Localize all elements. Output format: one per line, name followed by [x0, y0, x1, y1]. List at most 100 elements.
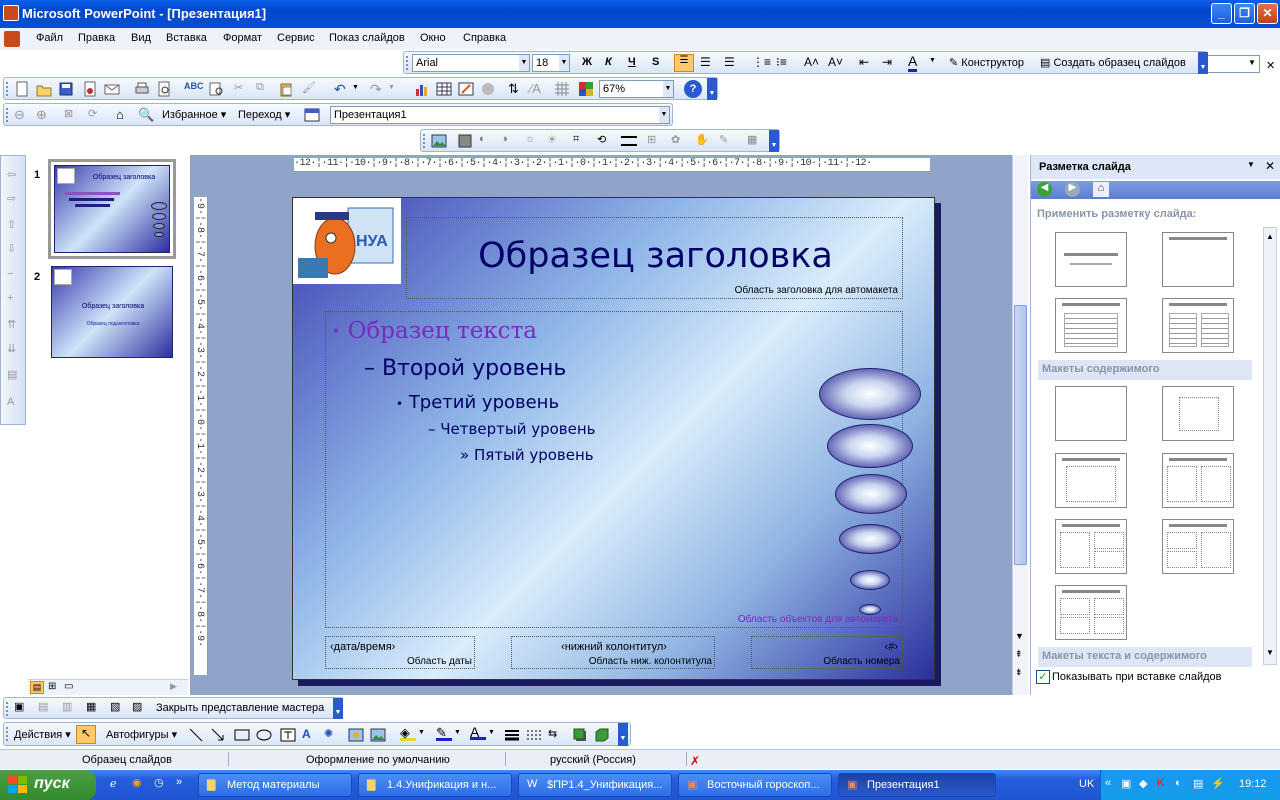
line-color-icon[interactable]: ✎ [436, 725, 452, 741]
decorative-oval-5[interactable] [850, 570, 890, 590]
color-grayscale-icon[interactable] [578, 81, 594, 97]
open-icon[interactable] [36, 81, 52, 97]
menu-file[interactable]: Файл [36, 32, 63, 44]
next-slide-icon[interactable]: ⇟ [1015, 667, 1023, 678]
shadow-style-icon[interactable] [572, 727, 588, 743]
undo-dropdown[interactable]: ▼ [352, 84, 368, 100]
layout-title-slide[interactable] [1055, 232, 1127, 287]
preserve-master-icon[interactable]: ▦ [86, 700, 102, 716]
toolbar-grip[interactable] [423, 134, 426, 148]
dash-style-icon[interactable] [526, 727, 542, 743]
menu-help[interactable]: Справка [463, 32, 506, 44]
picture-icon[interactable] [370, 727, 386, 743]
3d-style-icon[interactable] [594, 727, 610, 743]
toolbar-options-icon[interactable]: ▼ [618, 723, 628, 746]
designer-button[interactable]: ✎ Конструктор [949, 56, 1024, 69]
increase-font-icon[interactable]: A˄ [804, 55, 819, 69]
taskbar-button-3[interactable]: W $ПР1.4_Унификация... [518, 773, 672, 797]
increase-indent-icon[interactable]: ⇥ [882, 55, 892, 69]
title-placeholder[interactable]: Образец заголовка Область заголовка для … [406, 217, 903, 299]
fill-color-dropdown[interactable]: ▼ [418, 729, 434, 745]
task-pane-menu-icon[interactable]: ▼ [1247, 160, 1255, 169]
font-color-dropdown[interactable]: ▼ [488, 729, 504, 745]
toolbar-options-icon[interactable]: ▼ [1198, 52, 1208, 74]
home-icon[interactable]: ⌂ [116, 107, 132, 123]
expand-icon[interactable]: + [7, 292, 13, 304]
toolbar-grip[interactable] [6, 702, 9, 716]
task-pane-scrollbar[interactable]: ▲ ▼ [1263, 227, 1277, 665]
slideshow-icon[interactable]: ▭ [64, 681, 73, 692]
show-formatting-icon[interactable]: ⁄A [530, 81, 546, 97]
slide-thumbnail-1[interactable]: Образец заголовка [48, 159, 176, 259]
format-painter-icon[interactable]: 🖌 [302, 81, 318, 97]
menu-slideshow[interactable]: Показ слайдов [329, 32, 405, 44]
redo-icon[interactable]: ↷ [370, 81, 386, 97]
insert-diagram-icon[interactable] [480, 81, 496, 97]
slide-master[interactable]: НУА Образец заголовка Область заголовка … [292, 197, 935, 680]
zoom-select[interactable]: 67% ▼ [599, 80, 674, 98]
document-icon[interactable] [4, 31, 20, 47]
text-box-icon[interactable] [280, 727, 296, 743]
less-brightness-icon[interactable]: ☀ [547, 133, 563, 149]
layout-content[interactable] [1162, 386, 1234, 441]
scroll-thumb[interactable] [1014, 305, 1027, 565]
fill-color-icon[interactable]: ◈ [400, 725, 416, 741]
collapse-icon[interactable]: − [7, 268, 13, 280]
go-menu[interactable]: Переход ▾ [238, 108, 290, 121]
scroll-down-icon[interactable]: ▼ [1266, 648, 1274, 657]
font-color-icon[interactable]: A [470, 724, 486, 740]
logo-image[interactable]: НУА [293, 198, 401, 284]
rename-master-icon[interactable]: ▧ [110, 700, 126, 716]
arrow-style-icon[interactable]: ⇆ [548, 727, 564, 743]
stop-icon[interactable]: ⊠ [64, 107, 80, 123]
line-icon[interactable] [188, 727, 204, 743]
show-only-web-toolbar-icon[interactable] [304, 107, 320, 123]
favorites-menu[interactable]: Избранное ▾ [162, 108, 226, 121]
normal-view-icon[interactable]: ▤ [30, 681, 44, 694]
show-on-insert-checkbox[interactable]: ✓ [1036, 670, 1050, 684]
reset-picture-icon[interactable]: ▦ [747, 133, 763, 149]
spelling-icon[interactable]: ABC [184, 81, 204, 97]
number-placeholder[interactable]: ‹#› Область номера [751, 636, 903, 669]
scroll-right-icon[interactable]: ▶ [170, 681, 177, 692]
line-style-icon[interactable] [504, 727, 520, 743]
show-grid-icon[interactable] [554, 81, 570, 97]
quicklaunch-clock-icon[interactable]: ◷ [154, 776, 164, 789]
compress-icon[interactable]: ⊞ [647, 133, 663, 149]
taskbar-button-5[interactable]: ▣ Презентация1 [838, 773, 996, 797]
toolbar-grip[interactable] [6, 82, 9, 96]
numbering-icon[interactable]: ⋮≡ [752, 55, 771, 69]
less-contrast-icon[interactable]: ◑ [501, 133, 517, 149]
home-icon[interactable]: ⌂ [1093, 182, 1109, 197]
menu-insert[interactable]: Вставка [166, 32, 207, 44]
powerpoint-app-icon[interactable] [3, 5, 19, 21]
layout-title-four-content[interactable] [1055, 585, 1127, 640]
format-picture-icon[interactable]: ✋ [695, 133, 711, 149]
save-icon[interactable] [58, 81, 74, 97]
print-preview-icon[interactable] [156, 81, 172, 97]
toolbar-grip[interactable] [406, 56, 409, 70]
print-icon[interactable] [134, 81, 150, 97]
font-size-select[interactable]: 18 ▼ [532, 54, 570, 72]
more-contrast-icon[interactable]: ◐ [479, 133, 495, 149]
layout-blank[interactable] [1055, 386, 1127, 441]
line-color-dropdown[interactable]: ▼ [454, 729, 470, 745]
task-pane-close-icon[interactable]: ✕ [1265, 159, 1275, 173]
help-dropdown-icon[interactable]: ▼ [1248, 58, 1256, 67]
taskbar-button-1[interactable]: ▇ Метод материалы [198, 773, 352, 797]
expand-icon[interactable]: ⇅ [508, 81, 524, 97]
tray-usb-icon[interactable]: ⚡ [1211, 777, 1225, 790]
decorative-oval-3[interactable] [835, 474, 907, 514]
scroll-up-icon[interactable]: ▲ [1266, 232, 1274, 241]
spelling-status-icon[interactable]: ✗ [690, 754, 700, 768]
insert-new-master-icon[interactable]: ▣ [14, 700, 30, 716]
paste-icon[interactable] [278, 81, 294, 97]
italic-button[interactable]: К [605, 56, 612, 68]
bold-button[interactable]: Ж [582, 56, 592, 68]
promote-icon[interactable]: ⇦ [7, 168, 16, 181]
menu-window[interactable]: Окно [420, 32, 446, 44]
toolbar-options-icon[interactable]: ▼ [769, 130, 779, 152]
slide-thumbnail-2[interactable]: Образец заголовка Образец подзаголовка [51, 266, 173, 358]
layout-title-only[interactable] [1162, 232, 1234, 287]
address-input[interactable]: Презентация1 ▼ [330, 106, 670, 124]
